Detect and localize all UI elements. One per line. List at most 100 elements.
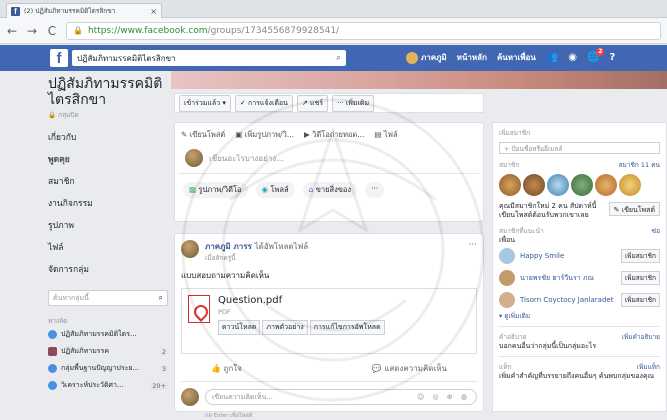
pdf-file-icon: [188, 295, 210, 323]
suggested-name[interactable]: Happy Smile: [520, 252, 616, 260]
nav-photos[interactable]: รูปภาพ: [48, 214, 168, 236]
share-button[interactable]: ↗ แชร์: [296, 94, 328, 112]
suggested-name[interactable]: นายพรชัย ฮาร์วีนรา ภณ: [520, 274, 616, 282]
back-button[interactable]: ←: [6, 24, 18, 38]
edit-upload-button[interactable]: การแก้ไขการอัพโหลด: [309, 320, 385, 335]
url-field[interactable]: 🔒 https://www.facebook.com/groups/173455…: [66, 21, 661, 40]
avatar[interactable]: [499, 248, 515, 264]
post-options-button[interactable]: ···: [468, 240, 477, 263]
sell-button[interactable]: ⌂ ขายสิ่งของ: [302, 182, 358, 198]
photo-icon: ▩: [189, 185, 197, 194]
facebook-logo-icon[interactable]: f: [50, 49, 68, 67]
member-avatar[interactable]: [523, 174, 545, 196]
member-avatar[interactable]: [619, 174, 641, 196]
nav-discussion[interactable]: พูดคุย: [48, 148, 168, 170]
nav-events[interactable]: งานกิจกรรม: [48, 192, 168, 214]
post-time[interactable]: เมื่อสักครู่นี้: [205, 253, 308, 263]
shortcut-item[interactable]: ปฏิสัมภิทามรรคมิติไตร...: [48, 326, 168, 343]
post-action: ได้อัพโหลดไฟล์: [254, 242, 309, 251]
tab-files[interactable]: ▤ ไฟล์: [374, 129, 397, 141]
member-avatar[interactable]: [571, 174, 593, 196]
comment-input[interactable]: เขียนความคิดเห็น... ☺ ◎ ⊕ ◍: [205, 389, 477, 405]
members-header: สมาชิก สมาชิก 11 คน: [499, 160, 660, 170]
member-avatar[interactable]: [499, 174, 521, 196]
suggested-member: Happy Smile เพิ่มสมาชิก: [499, 245, 660, 267]
composer-input-row: เขียนอะไรบางอย่าง...: [179, 141, 479, 174]
comment-button[interactable]: 💬 แสดงความคิดเห็น: [372, 362, 447, 375]
shortcuts-label: ทางลัด: [48, 317, 68, 325]
search-value: ปฏิสัมภิทามรรคมิติไตรสิกขา: [77, 53, 176, 63]
group-search-input[interactable]: ค้นหากลุ่มนี้ ⌕: [48, 290, 168, 306]
search-icon[interactable]: ⌕: [336, 53, 341, 63]
comment-attach-icons[interactable]: ☺ ◎ ⊕ ◍: [417, 393, 470, 401]
lock-icon: 🔒: [73, 26, 83, 35]
nav-manage-group[interactable]: จัดการกลุ่ม: [48, 258, 168, 280]
photo-video-label: รูปภาพ/วิดีโอ: [198, 185, 242, 194]
notifications-icon[interactable]: 🌐 2: [587, 48, 605, 63]
tab-write-label: เขียนโพสต์: [189, 130, 226, 139]
nav-files[interactable]: ไฟล์: [48, 236, 168, 258]
photo-video-button[interactable]: ▩ รูปภาพ/วิดีโอ: [183, 182, 248, 198]
tab-add-photo[interactable]: ▣ เพิ่มรูปภาพ/วิ...: [235, 129, 294, 141]
add-tags-link[interactable]: เพิ่มแท็ก: [637, 362, 660, 372]
messages-icon[interactable]: ◉: [568, 52, 577, 63]
new-members-notice: คุณมีสมาชิกใหม่ 2 คน สัปดาห์นี้ เขียนโพส…: [499, 202, 660, 220]
tab-close-icon[interactable]: ×: [150, 7, 157, 16]
url-host: https://www.facebook.com: [87, 25, 208, 36]
friend-requests-icon[interactable]: 👥: [546, 52, 558, 63]
find-friends-link[interactable]: ค้นหาเพื่อน: [497, 51, 536, 64]
facebook-search-input[interactable]: ปฏิสัมภิทามรรคมิติไตรสิกขา ⌕: [72, 50, 346, 66]
suggested-name[interactable]: Tisorn Coyctocy Janlaradet: [520, 296, 616, 304]
user-name: ภาคภูมิ: [421, 53, 447, 62]
add-members-input[interactable]: + ป้อนชื่อหรืออีเมลล์: [499, 142, 660, 154]
nav-about[interactable]: เกี่ยวกับ: [48, 126, 168, 148]
cover-photo: [171, 71, 667, 89]
file-details: Question.pdf PDF ดาวน์โหลด ภาพตัวอย่าง ก…: [218, 295, 385, 347]
avatar[interactable]: [499, 292, 515, 308]
search-icon[interactable]: ⌕: [159, 293, 163, 303]
post-author[interactable]: ภาคภูมิ ภารร: [205, 242, 252, 251]
avatar[interactable]: [499, 270, 515, 286]
group-name[interactable]: ปฏิสัมภิทามรรคมิติไตรสิกขา: [48, 76, 168, 108]
member-avatar[interactable]: [547, 174, 569, 196]
help-icon[interactable]: ?: [609, 52, 615, 63]
facebook-header: f ปฏิสัมภิทามรรคมิติไตรสิกขา ⌕ ภาคภูมิ ห…: [0, 45, 667, 71]
members-count-link[interactable]: สมาชิก 11 คน: [619, 160, 660, 170]
preview-button[interactable]: ภาพตัวอย่าง: [262, 320, 308, 335]
divider: [499, 356, 660, 357]
joined-button[interactable]: เข้าร่วมแล้ว ▾: [179, 94, 231, 112]
tab-photo-label: เพิ่มรูปภาพ/วิ...: [244, 130, 295, 139]
add-description-link[interactable]: เพิ่มคำอธิบาย: [622, 332, 660, 342]
notifications-button[interactable]: ✓ การแจ้งเตือน: [234, 94, 293, 112]
suggested-hide-link[interactable]: ซ่อ: [652, 226, 660, 236]
add-member-button[interactable]: เพิ่มสมาชิก: [620, 293, 660, 307]
url-text: https://www.facebook.com/groups/17345568…: [88, 26, 339, 36]
home-link[interactable]: หน้าหลัก: [457, 51, 487, 64]
group-icon: [48, 330, 57, 339]
file-name[interactable]: Question.pdf: [218, 295, 385, 306]
file-attachment: Question.pdf PDF ดาวน์โหลด ภาพตัวอย่าง ก…: [181, 288, 477, 354]
member-avatar[interactable]: [595, 174, 617, 196]
see-more-link[interactable]: ▾ ดูเพิ่มเติม: [499, 311, 660, 321]
nav-members[interactable]: สมาชิก: [48, 170, 168, 192]
more-button[interactable]: ··· เพิ่มเติม: [332, 94, 375, 112]
shortcut-item[interactable]: ปฏิสัมภิทามรรค 2: [48, 343, 168, 360]
tab-title: (2) ปฏิสัมภิทามรรคมิติไตรสิกขา: [24, 7, 116, 15]
add-member-button[interactable]: เพิ่มสมาชิก: [620, 249, 660, 263]
download-button[interactable]: ดาวน์โหลด: [218, 320, 261, 335]
tab-live-video[interactable]: ▶ วิดีโอถ่ายทอด...: [304, 129, 364, 141]
write-welcome-button[interactable]: ✎ เขียนโพสต์: [608, 202, 660, 216]
add-member-button[interactable]: เพิ่มสมาชิก: [620, 271, 660, 285]
shortcut-item[interactable]: กลุ่มพื้นฐานปัญญาประย... 3: [48, 360, 168, 377]
poll-button[interactable]: ◉ โพลล์: [255, 182, 295, 198]
avatar[interactable]: [181, 240, 199, 258]
composer-input[interactable]: เขียนอะไรบางอย่าง...: [209, 152, 284, 165]
profile-link[interactable]: ภาคภูมิ: [406, 51, 447, 64]
browser-tab[interactable]: f (2) ปฏิสัมภิทามรรคมิติไตรสิกขา ×: [6, 3, 162, 18]
reload-button[interactable]: C: [46, 24, 58, 38]
like-button[interactable]: 👍 ถูกใจ: [211, 362, 242, 375]
shortcut-item[interactable]: วิเคราะห์ประวัติศา... 20+: [48, 377, 168, 394]
forward-button[interactable]: →: [26, 24, 38, 38]
tab-write-post[interactable]: ✎ เขียนโพสต์: [181, 129, 225, 141]
composer-more-button[interactable]: ···: [365, 182, 385, 198]
